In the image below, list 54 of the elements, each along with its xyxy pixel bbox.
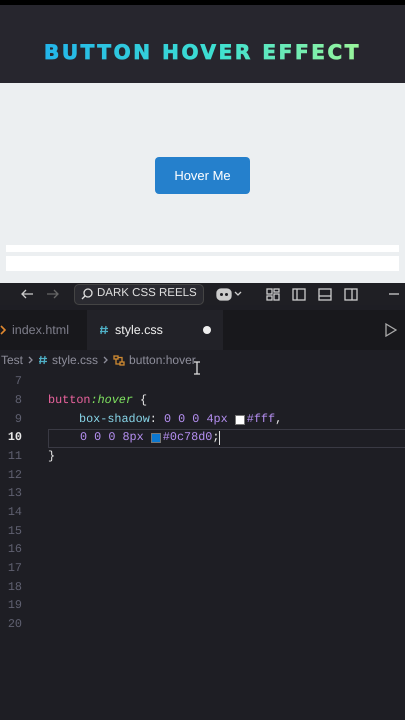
back-arrow-icon[interactable] — [20, 288, 34, 300]
line-number: 11 — [6, 448, 22, 466]
forward-arrow-icon[interactable] — [46, 288, 60, 300]
editor-tab[interactable]: index.html — [0, 310, 87, 350]
search-icon — [81, 288, 93, 300]
layout-icon[interactable] — [266, 288, 280, 300]
chevron-icon — [28, 356, 34, 364]
line-number: 10 — [6, 429, 22, 446]
sidebar-icon[interactable] — [292, 288, 306, 300]
code-token: button — [48, 392, 90, 410]
line-number: 14 — [6, 504, 22, 522]
line-number: 13 — [6, 485, 22, 502]
unsaved-dot-icon — [202, 326, 211, 334]
line-number: 15 — [6, 522, 22, 540]
code-token: #fff — [246, 410, 276, 428]
play-icon[interactable] — [385, 323, 397, 337]
breadcrumb-item[interactable]: button:hover — [113, 351, 196, 369]
code-token: } — [48, 448, 56, 466]
code-token: : — [150, 410, 158, 428]
symbol-icon — [113, 354, 126, 366]
code-token: , — [275, 410, 282, 428]
search-text: DARK CSS REELS — [97, 286, 197, 302]
line-number: 18 — [6, 578, 22, 596]
code-token: ; — [212, 429, 220, 446]
search-field[interactable]: DARK CSS REELS — [74, 284, 204, 304]
breadcrumb-item[interactable]: Test — [1, 351, 24, 369]
hash-icon — [98, 325, 109, 335]
text-cursor — [219, 431, 220, 446]
hover-me-button[interactable]: Hover Me — [155, 157, 250, 194]
color-swatch[interactable] — [234, 414, 245, 425]
color-swatch[interactable] — [150, 433, 161, 444]
line-number: 16 — [6, 541, 22, 558]
chevron-icon — [103, 356, 108, 364]
line-number: 12 — [6, 466, 22, 484]
line-number: 20 — [6, 616, 22, 634]
line-number: 9 — [14, 410, 22, 428]
panel-icon[interactable] — [318, 288, 332, 300]
code-token: 0 0 0 4px — [164, 410, 229, 428]
editor-tab[interactable]: style.css — [86, 310, 223, 350]
split-icon[interactable] — [344, 288, 358, 300]
hash-icon — [38, 355, 48, 365]
line-number: 19 — [6, 597, 22, 614]
caret-icon[interactable] — [234, 291, 242, 297]
line-number: 17 — [6, 560, 22, 578]
code-token: { — [139, 392, 148, 410]
line-number: 7 — [14, 373, 22, 390]
robot-icon[interactable] — [216, 287, 232, 301]
code-token: box-shadow — [79, 410, 150, 428]
line-number: 8 — [14, 392, 22, 410]
chevron-icon — [0, 325, 6, 335]
code-token: :hover — [90, 392, 133, 410]
breadcrumb-item[interactable]: style.css — [38, 351, 98, 369]
code-token: #0c78d0 — [162, 429, 212, 446]
code-token: 0 0 0 8px — [80, 429, 145, 446]
